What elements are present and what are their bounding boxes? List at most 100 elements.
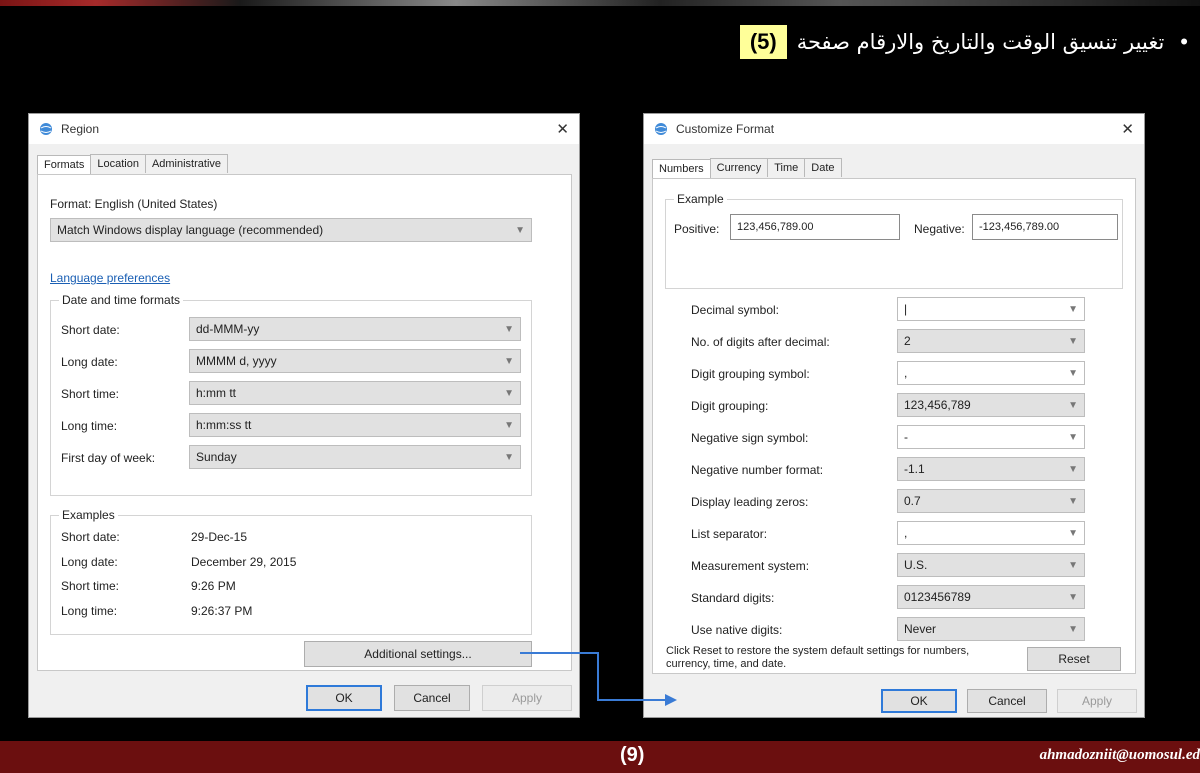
chevron-down-icon: ▼ bbox=[504, 355, 514, 367]
negative-example-value: -123,456,789.00 bbox=[979, 221, 1060, 233]
first-day-label: First day of week: bbox=[61, 451, 156, 465]
short-time-label: Short time: bbox=[61, 387, 120, 401]
globe-icon bbox=[654, 122, 668, 136]
long-date-label: Long date: bbox=[61, 355, 118, 369]
formats-panel: Format: English (United States) Match Wi… bbox=[37, 174, 572, 671]
list-separator-value: , bbox=[904, 526, 908, 540]
tab-date[interactable]: Date bbox=[804, 158, 842, 177]
example-short-time-value: 9:26 PM bbox=[191, 579, 236, 593]
leading-zeros-select[interactable]: 0.7 ▼ bbox=[897, 489, 1085, 513]
heading-text: تغيير تنسيق الوقت والتاريخ والارقام صفحة bbox=[796, 30, 1165, 54]
native-digits-select[interactable]: Never ▼ bbox=[897, 617, 1085, 641]
region-titlebar: Region ✕ bbox=[29, 114, 579, 144]
first-day-select[interactable]: Sunday ▼ bbox=[189, 445, 521, 469]
language-preferences-link[interactable]: Language preferences bbox=[50, 271, 170, 285]
format-select[interactable]: Match Windows display language (recommen… bbox=[50, 218, 532, 242]
examples-title: Examples bbox=[59, 508, 118, 522]
negative-label: Negative: bbox=[914, 222, 965, 236]
digit-grouping-select[interactable]: 123,456,789 ▼ bbox=[897, 393, 1085, 417]
first-day-value: Sunday bbox=[196, 450, 237, 464]
region-dialog: Region ✕ Formats Location Administrative… bbox=[28, 113, 580, 718]
decimal-symbol-value: | bbox=[904, 302, 908, 316]
tab-administrative[interactable]: Administrative bbox=[144, 154, 229, 173]
chevron-down-icon: ▼ bbox=[1068, 463, 1078, 475]
example-short-date-label: Short date: bbox=[61, 530, 120, 544]
chevron-down-icon: ▼ bbox=[1068, 303, 1078, 315]
positive-example-value: 123,456,789.00 bbox=[737, 221, 814, 233]
measurement-system-value: U.S. bbox=[904, 558, 928, 572]
example-long-date-value: December 29, 2015 bbox=[191, 555, 297, 569]
customize-titlebar: Customize Format ✕ bbox=[644, 114, 1144, 144]
cancel-button[interactable]: Cancel bbox=[394, 685, 470, 711]
region-tabs: Formats Location Administrative bbox=[37, 154, 229, 174]
footer-bar: (9) ahmadozniit@uomosul.ed bbox=[0, 741, 1200, 773]
measurement-system-label: Measurement system: bbox=[691, 559, 810, 573]
format-value: Match Windows display language (recommen… bbox=[57, 223, 324, 237]
tab-location[interactable]: Location bbox=[90, 154, 146, 173]
chevron-down-icon: ▼ bbox=[1068, 399, 1078, 411]
long-time-select[interactable]: h:mm:ss tt ▼ bbox=[189, 413, 521, 437]
tab-time[interactable]: Time bbox=[767, 158, 806, 177]
example-long-date-label: Long date: bbox=[61, 555, 118, 569]
top-decorative-strip bbox=[0, 0, 1200, 6]
close-icon[interactable]: ✕ bbox=[556, 120, 569, 138]
ok-button[interactable]: OK bbox=[881, 689, 957, 713]
example-long-time-label: Long time: bbox=[61, 604, 118, 618]
chevron-down-icon: ▼ bbox=[504, 451, 514, 463]
chevron-down-icon: ▼ bbox=[504, 323, 514, 335]
format-label: Format: English (United States) bbox=[50, 197, 218, 211]
close-icon[interactable]: ✕ bbox=[1121, 120, 1134, 138]
chevron-down-icon: ▼ bbox=[504, 419, 514, 431]
positive-label: Positive: bbox=[674, 222, 720, 236]
author-email: ahmadozniit@uomosul.ed bbox=[1039, 747, 1200, 763]
chevron-down-icon: ▼ bbox=[1068, 495, 1078, 507]
short-time-select[interactable]: h:mm tt ▼ bbox=[189, 381, 521, 405]
customize-title: Customize Format bbox=[676, 122, 775, 136]
decimal-symbol-label: Decimal symbol: bbox=[691, 303, 780, 317]
standard-digits-select[interactable]: 0123456789 ▼ bbox=[897, 585, 1085, 609]
long-date-value: MMMM d, yyyy bbox=[196, 354, 277, 368]
cancel-button[interactable]: Cancel bbox=[967, 689, 1047, 713]
chevron-down-icon: ▼ bbox=[1068, 559, 1078, 571]
negative-sign-symbol-select[interactable]: - ▼ bbox=[897, 425, 1085, 449]
short-date-label: Short date: bbox=[61, 323, 120, 337]
digit-grouping-symbol-select[interactable]: , ▼ bbox=[897, 361, 1085, 385]
page-badge: (5) bbox=[739, 25, 787, 59]
positive-example-field: 123,456,789.00 bbox=[730, 214, 900, 240]
reset-button[interactable]: Reset bbox=[1027, 647, 1121, 671]
long-time-label: Long time: bbox=[61, 419, 118, 433]
reset-description: Click Reset to restore the system defaul… bbox=[666, 645, 970, 670]
tab-currency[interactable]: Currency bbox=[709, 158, 769, 177]
list-separator-select[interactable]: , ▼ bbox=[897, 521, 1085, 545]
apply-button[interactable]: Apply bbox=[482, 685, 572, 711]
negative-number-format-select[interactable]: -1.1 ▼ bbox=[897, 457, 1085, 481]
example-title: Example bbox=[674, 192, 727, 206]
negative-sign-symbol-label: Negative sign symbol: bbox=[691, 431, 809, 445]
long-time-value: h:mm:ss tt bbox=[196, 418, 252, 432]
negative-sign-symbol-value: - bbox=[904, 430, 908, 444]
digit-grouping-label: Digit grouping: bbox=[691, 399, 769, 413]
additional-settings-button[interactable]: Additional settings... bbox=[304, 641, 532, 667]
example-group: Example Positive: 123,456,789.00 Negativ… bbox=[665, 192, 1123, 289]
apply-button[interactable]: Apply bbox=[1057, 689, 1137, 713]
chevron-down-icon: ▼ bbox=[1068, 335, 1078, 347]
customize-format-dialog: Customize Format ✕ Numbers Currency Time… bbox=[643, 113, 1145, 718]
example-short-time-label: Short time: bbox=[61, 579, 120, 593]
ok-button[interactable]: OK bbox=[306, 685, 382, 711]
chevron-down-icon: ▼ bbox=[1068, 431, 1078, 443]
short-time-value: h:mm tt bbox=[196, 386, 237, 400]
long-date-select[interactable]: MMMM d, yyyy ▼ bbox=[189, 349, 521, 373]
tab-numbers[interactable]: Numbers bbox=[652, 159, 711, 178]
digit-grouping-symbol-value: , bbox=[904, 366, 908, 380]
tab-formats[interactable]: Formats bbox=[37, 155, 92, 174]
chevron-down-icon: ▼ bbox=[1068, 623, 1078, 635]
decimal-symbol-select[interactable]: | ▼ bbox=[897, 297, 1085, 321]
digit-grouping-value: 123,456,789 bbox=[904, 398, 971, 412]
chevron-down-icon: ▼ bbox=[1068, 591, 1078, 603]
short-date-select[interactable]: dd-MMM-yy ▼ bbox=[189, 317, 521, 341]
example-short-date-value: 29-Dec-15 bbox=[191, 530, 248, 544]
chevron-down-icon: ▼ bbox=[515, 224, 525, 236]
digits-after-decimal-select[interactable]: 2 ▼ bbox=[897, 329, 1085, 353]
chevron-down-icon: ▼ bbox=[1068, 527, 1078, 539]
measurement-system-select[interactable]: U.S. ▼ bbox=[897, 553, 1085, 577]
